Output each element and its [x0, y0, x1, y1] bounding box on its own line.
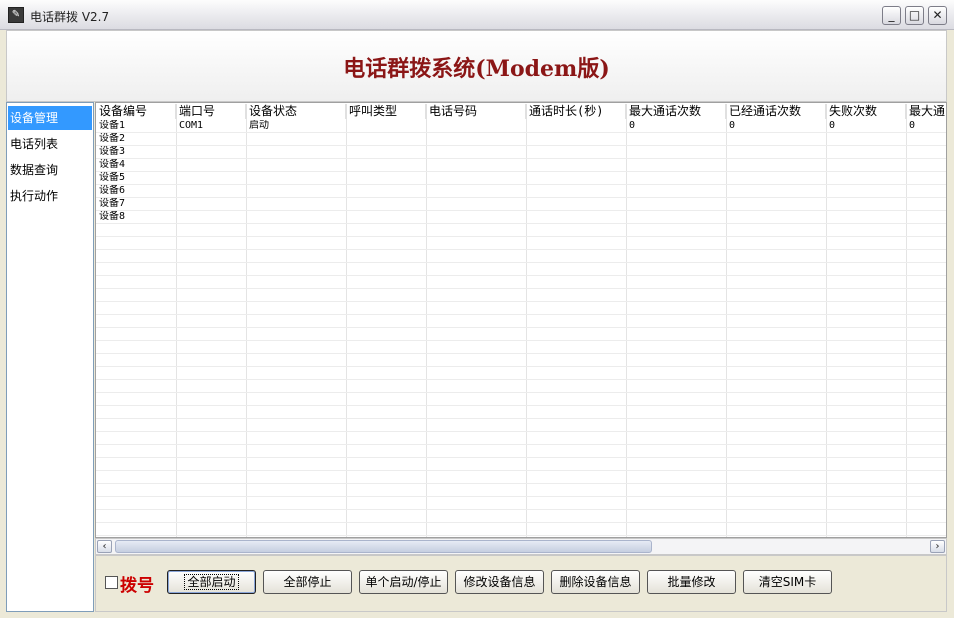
column-header[interactable]: 最大通话次数 — [626, 104, 726, 119]
table-cell[interactable]: 设备4 — [96, 159, 176, 172]
table-cell[interactable]: 设备2 — [96, 133, 176, 146]
minimize-button[interactable]: _ — [882, 6, 901, 25]
batch-edit-button[interactable]: 批量修改 — [647, 570, 736, 594]
clear-sim-label: 清空SIM卡 — [758, 574, 817, 589]
chevron-left-icon: ‹ — [102, 541, 107, 552]
batch-edit-label: 批量修改 — [667, 574, 716, 589]
start-all-label: 全部启动 — [184, 573, 239, 590]
sidebar-item-device-management[interactable]: 设备管理 — [8, 106, 92, 130]
edit-device-button[interactable]: 修改设备信息 — [455, 570, 544, 594]
sidebar-item-actions[interactable]: 执行动作 — [8, 184, 92, 208]
toggle-single-button[interactable]: 单个启动/停止 — [359, 570, 448, 594]
scroll-right-button[interactable]: › — [930, 540, 945, 553]
table-cell[interactable]: 0 — [726, 120, 826, 133]
chevron-right-icon: › — [935, 541, 940, 552]
sidebar-item-data-query[interactable]: 数据查询 — [8, 158, 92, 182]
table-cell[interactable]: 0 — [626, 120, 726, 133]
page-title: 电话群拨系统(Modem版) — [343, 56, 610, 82]
sidebar: 设备管理 电话列表 数据查询 执行动作 — [6, 102, 94, 612]
column-header[interactable]: 设备状态 — [246, 104, 346, 119]
table-cell[interactable]: 设备8 — [96, 211, 176, 224]
delete-device-label: 删除设备信息 — [559, 574, 632, 589]
minimize-icon: _ — [888, 8, 895, 22]
table-cell[interactable]: COM1 — [176, 120, 246, 133]
delete-device-button[interactable]: 删除设备信息 — [551, 570, 640, 594]
device-grid[interactable]: 设备编号 端口号 设备状态 呼叫类型 电话号码 通话时长(秒) 最大通话次数 已经通话次数 失败… — [95, 102, 947, 538]
dial-checkbox-label: 拨号 — [120, 576, 154, 596]
scrollbar-thumb[interactable] — [115, 540, 652, 553]
clear-sim-button[interactable]: 清空SIM卡 — [743, 570, 832, 594]
scroll-left-button[interactable]: ‹ — [97, 540, 112, 553]
column-header[interactable]: 失败次数 — [826, 104, 906, 119]
table-cell[interactable]: 设备7 — [96, 198, 176, 211]
title-bar: ✎ 电话群拨 V2.7 _ □ ✕ — [0, 0, 954, 30]
edit-device-label: 修改设备信息 — [463, 574, 536, 589]
table-cell[interactable]: 设备6 — [96, 185, 176, 198]
table-cell[interactable]: 设备1 — [96, 120, 176, 133]
toggle-single-label: 单个启动/停止 — [365, 574, 442, 589]
column-header[interactable]: 设备编号 — [96, 104, 176, 119]
column-header[interactable]: 电话号码 — [426, 104, 526, 119]
column-header[interactable]: 最大通 — [906, 104, 946, 119]
sidebar-item-phone-list[interactable]: 电话列表 — [8, 132, 92, 156]
stop-all-button[interactable]: 全部停止 — [263, 570, 352, 594]
column-header[interactable]: 通话时长(秒) — [526, 104, 626, 119]
grid-lines — [96, 104, 946, 537]
table-cell[interactable]: 设备3 — [96, 146, 176, 159]
maximize-button[interactable]: □ — [905, 6, 924, 25]
window-title: 电话群拨 V2.7 — [30, 10, 110, 24]
stop-all-label: 全部停止 — [283, 574, 332, 589]
table-cell[interactable]: 0 — [826, 120, 906, 133]
dial-checkbox[interactable] — [105, 576, 118, 589]
column-header[interactable]: 端口号 — [176, 104, 246, 119]
table-cell[interactable]: 0 — [906, 120, 946, 133]
app-icon: ✎ — [8, 7, 24, 23]
column-header[interactable]: 已经通话次数 — [726, 104, 826, 119]
app-header: 电话群拨系统(Modem版) — [6, 30, 947, 102]
table-cell[interactable]: 启动 — [246, 120, 346, 133]
maximize-icon: □ — [908, 8, 921, 22]
start-all-button[interactable]: 全部启动 — [167, 570, 256, 594]
column-header[interactable]: 呼叫类型 — [346, 104, 426, 119]
table-cell[interactable]: 设备5 — [96, 172, 176, 185]
horizontal-scrollbar[interactable]: ‹ › — [95, 538, 947, 555]
close-icon: ✕ — [932, 8, 943, 22]
close-button[interactable]: ✕ — [928, 6, 947, 25]
